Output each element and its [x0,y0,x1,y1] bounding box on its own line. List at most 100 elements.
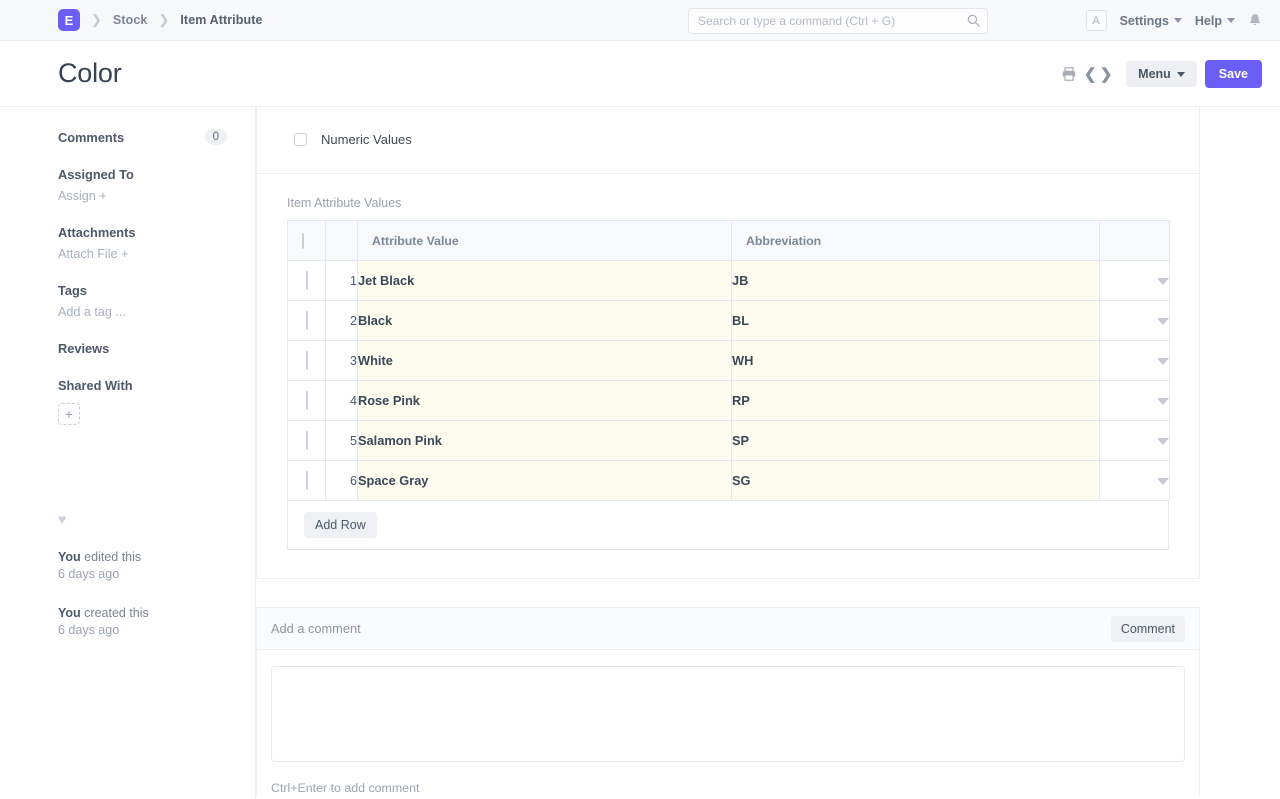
activity-actor: You [58,606,81,620]
row-checkbox[interactable] [305,270,308,290]
help-label: Help [1194,13,1222,28]
comment-hint: Ctrl+Enter to add comment [271,781,420,795]
cell-abbreviation[interactable]: SP [731,420,1100,461]
activity-created: You created this 6 days ago [58,605,227,639]
row-expand-cell[interactable] [1099,380,1170,421]
chevron-down-icon[interactable] [1157,477,1169,485]
cell-abbreviation[interactable]: SG [731,460,1100,501]
row-expand-cell[interactable] [1099,420,1170,461]
sidebar: Comments 0 Assigned To Assign + Attachme… [0,107,256,799]
row-expand-cell[interactable] [1099,340,1170,381]
select-all-header[interactable] [287,220,326,261]
previous-record-button[interactable]: ❮ [1082,65,1098,83]
printer-icon [1062,67,1076,81]
sidebar-item-comments[interactable]: Comments 0 [58,129,227,145]
breadcrumb-separator-icon: ❯ [91,12,102,27]
cell-attribute-value[interactable]: Salamon Pink [357,420,732,461]
assign-action[interactable]: Assign + [58,189,227,203]
add-row-button[interactable]: Add Row [304,512,377,538]
breadcrumb-item-stock[interactable]: Stock [113,13,148,27]
table-row[interactable]: 5 Salamon Pink SP [287,420,1170,461]
row-select-cell[interactable] [287,460,326,501]
item-attribute-values-table: Attribute Value Abbreviation 1 Jet Black… [287,220,1170,501]
reviews-label[interactable]: Reviews [58,341,227,356]
cell-abbreviation[interactable]: WH [731,340,1100,381]
comment-button[interactable]: Comment [1110,615,1185,642]
numeric-values-field[interactable]: Numeric Values [294,132,1199,147]
row-checkbox[interactable] [305,430,308,450]
settings-menu[interactable]: Settings [1120,14,1182,28]
row-checkbox[interactable] [305,350,308,370]
activity-actor: You [58,550,81,564]
chevron-down-icon[interactable] [1157,437,1169,445]
breadcrumb-item-item-attribute[interactable]: Item Attribute [180,13,262,27]
save-button[interactable]: Save [1204,59,1262,89]
table-row[interactable]: 2 Black BL [287,300,1170,341]
row-select-cell[interactable] [287,420,326,461]
like-heart-icon[interactable]: ♥ [58,511,227,527]
row-expand-cell[interactable] [1099,300,1170,341]
numeric-values-label: Numeric Values [321,132,412,147]
table-row[interactable]: 3 White WH [287,340,1170,381]
cell-abbreviation[interactable]: JB [731,260,1100,301]
table-body: 1 Jet Black JB 2 Black BL 3 White WH 4 R… [287,260,1170,501]
row-select-cell[interactable] [287,380,326,421]
cell-attribute-value[interactable]: Space Gray [357,460,732,501]
row-select-cell[interactable] [287,340,326,381]
global-search[interactable] [688,8,988,34]
numeric-values-section: Numeric Values [257,107,1199,174]
row-expand-cell[interactable] [1099,460,1170,501]
add-row-bar: Add Row [287,501,1169,550]
column-header-abbreviation[interactable]: Abbreviation [731,220,1100,261]
cell-attribute-value[interactable]: White [357,340,732,381]
help-menu[interactable]: Help [1195,14,1235,28]
row-select-cell[interactable] [287,300,326,341]
app-logo[interactable]: E [58,9,80,31]
table-row[interactable]: 6 Space Gray SG [287,460,1170,501]
print-button[interactable] [1056,61,1082,87]
row-checkbox[interactable] [305,390,308,410]
menu-label: Menu [1138,66,1171,81]
cell-attribute-value[interactable]: Black [357,300,732,341]
page-body: Comments 0 Assigned To Assign + Attachme… [0,107,1280,799]
avatar[interactable]: A [1085,10,1107,31]
next-record-button[interactable]: ❯ [1098,65,1114,83]
page-actions: ❮ ❯ Menu Save [1056,41,1262,107]
index-header [325,220,358,261]
chevron-down-icon[interactable] [1157,397,1169,405]
select-all-checkbox[interactable] [302,232,304,249]
column-header-attribute-value[interactable]: Attribute Value [357,220,732,261]
row-select-cell[interactable] [287,260,326,301]
chevron-down-icon[interactable] [1157,277,1169,285]
row-checkbox[interactable] [305,470,308,490]
row-index: 5 [325,420,358,461]
navbar-right: A Settings Help [1085,0,1262,41]
numeric-values-checkbox[interactable] [294,133,307,146]
cell-abbreviation[interactable]: BL [731,300,1100,341]
attach-file-action[interactable]: Attach File + [58,247,227,261]
menu-button[interactable]: Menu [1126,60,1197,88]
chevron-down-icon[interactable] [1157,357,1169,365]
row-index: 6 [325,460,358,501]
comment-header-title: Add a comment [271,621,361,636]
add-tag-action[interactable]: Add a tag ... [58,305,227,319]
cell-attribute-value[interactable]: Rose Pink [357,380,732,421]
search-input[interactable] [688,8,988,34]
row-index: 3 [325,340,358,381]
cell-attribute-value[interactable]: Jet Black [357,260,732,301]
row-checkbox[interactable] [305,310,308,330]
row-expand-cell[interactable] [1099,260,1170,301]
share-add-button[interactable]: + [58,403,80,425]
notifications-bell-icon[interactable] [1248,13,1262,29]
grid-label: Item Attribute Values [287,196,402,210]
attachments-label: Attachments [58,225,136,240]
chevron-down-icon[interactable] [1157,317,1169,325]
comments-count-badge: 0 [204,129,227,145]
cell-abbreviation[interactable]: RP [731,380,1100,421]
page-title: Color [58,58,122,88]
table-row[interactable]: 4 Rose Pink RP [287,380,1170,421]
comment-input[interactable] [271,666,1185,762]
column-header-actions [1099,220,1170,261]
search-icon [967,14,980,27]
table-row[interactable]: 1 Jet Black JB [287,260,1170,301]
